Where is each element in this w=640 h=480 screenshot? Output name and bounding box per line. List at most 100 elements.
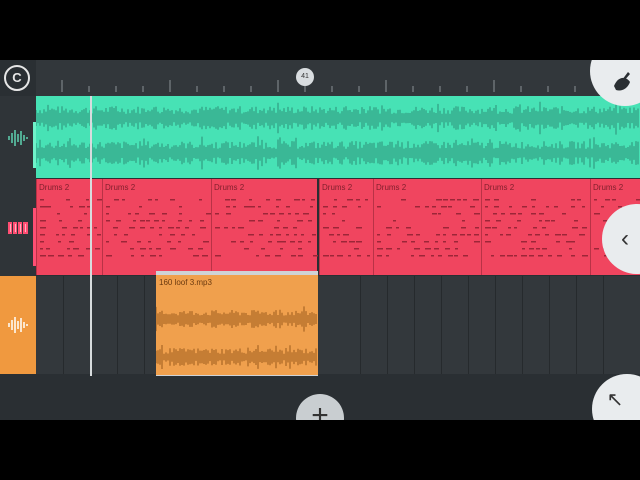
note xyxy=(333,227,339,229)
note xyxy=(337,255,343,257)
note xyxy=(313,255,318,257)
piano-roll-icon xyxy=(8,222,28,234)
note xyxy=(256,255,259,257)
note xyxy=(425,206,429,208)
note xyxy=(605,199,610,201)
note xyxy=(538,255,543,257)
note xyxy=(474,213,480,215)
pattern-clip[interactable]: Drums 2 xyxy=(373,179,481,275)
note xyxy=(329,234,334,236)
note xyxy=(367,255,370,257)
pattern-clip-label: Drums 2 xyxy=(484,183,515,192)
grid-line xyxy=(117,276,118,374)
note xyxy=(566,241,572,243)
note xyxy=(311,199,315,201)
track-2-header[interactable] xyxy=(0,180,36,276)
note xyxy=(555,234,561,236)
pattern-clip[interactable]: Drums 2 xyxy=(36,179,103,275)
note xyxy=(68,255,72,257)
playlist-screen: C 41 Drums 2 Drums 2 Drums 2 Drums 2 Dru… xyxy=(0,60,640,420)
note xyxy=(62,227,67,229)
note xyxy=(114,199,119,201)
note xyxy=(73,248,79,250)
note xyxy=(416,234,420,236)
note xyxy=(263,213,268,215)
note xyxy=(310,206,313,208)
note xyxy=(283,241,286,243)
time-marker[interactable]: 41 xyxy=(296,68,314,86)
note xyxy=(493,213,497,215)
note xyxy=(419,255,425,257)
note xyxy=(354,248,359,250)
note xyxy=(377,241,381,243)
note xyxy=(56,234,59,236)
note xyxy=(290,241,295,243)
note xyxy=(266,199,270,201)
note xyxy=(517,220,521,222)
pattern-clip-label: Drums 2 xyxy=(376,183,407,192)
grid-line xyxy=(468,276,469,374)
grid-line xyxy=(144,276,145,374)
note xyxy=(295,213,299,215)
note xyxy=(461,227,466,229)
pattern-notes xyxy=(106,199,211,257)
note xyxy=(356,199,360,201)
note xyxy=(387,234,391,236)
note xyxy=(521,255,527,257)
audio-clip-track-3[interactable]: 160 loof 3.mp3 xyxy=(156,271,318,379)
note xyxy=(323,255,329,257)
note xyxy=(438,213,441,215)
waveform-icon xyxy=(8,317,28,333)
note xyxy=(249,220,255,222)
note xyxy=(348,255,351,257)
note xyxy=(128,213,131,215)
note xyxy=(407,234,413,236)
note xyxy=(215,255,221,257)
note xyxy=(178,241,181,243)
note xyxy=(270,234,273,236)
note xyxy=(396,227,399,229)
note xyxy=(238,227,244,229)
note xyxy=(149,213,155,215)
note xyxy=(154,220,159,222)
pattern-clip[interactable]: Drums 2 xyxy=(211,179,318,275)
note xyxy=(159,255,162,257)
note xyxy=(500,255,505,257)
note xyxy=(168,227,174,229)
note xyxy=(276,199,281,201)
note xyxy=(475,227,479,229)
note xyxy=(192,234,195,236)
note xyxy=(116,220,121,222)
note xyxy=(40,206,46,208)
pattern-clip-label: Drums 2 xyxy=(214,183,245,192)
pattern-notes xyxy=(40,199,103,257)
menu-logo-button[interactable]: C xyxy=(4,65,30,91)
timeline-ruler[interactable] xyxy=(36,60,640,96)
note xyxy=(240,241,244,243)
pattern-clip[interactable]: Drums 2 xyxy=(481,179,590,275)
note xyxy=(332,213,335,215)
note xyxy=(189,220,192,222)
track-1-header[interactable] xyxy=(0,96,36,180)
audio-track-3-lane xyxy=(36,276,640,374)
note xyxy=(386,255,389,257)
note xyxy=(571,255,575,257)
playhead[interactable] xyxy=(90,96,92,376)
note xyxy=(40,241,44,243)
audio-clip-track-1[interactable] xyxy=(35,96,640,178)
pattern-clip-label: Drums 2 xyxy=(105,183,136,192)
note xyxy=(443,227,449,229)
audio-waveform xyxy=(35,101,639,170)
track-3-header[interactable] xyxy=(0,276,36,374)
note xyxy=(48,255,54,257)
note xyxy=(170,199,175,201)
pattern-clip[interactable]: Drums 2 xyxy=(102,179,211,275)
note xyxy=(357,255,361,257)
note xyxy=(298,255,303,257)
pattern-clip[interactable]: Drums 2 xyxy=(319,179,373,275)
note xyxy=(333,206,337,208)
note xyxy=(58,241,61,243)
note xyxy=(562,213,566,215)
note xyxy=(485,199,490,201)
note xyxy=(386,248,392,250)
